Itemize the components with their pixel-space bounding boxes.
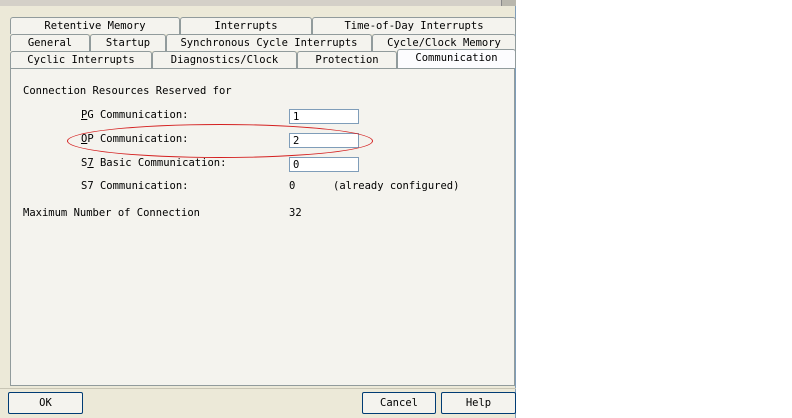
cancel-button[interactable]: Cancel [362,392,436,414]
pg-label-text: G Communication: [87,109,189,121]
tab-general[interactable]: General [10,34,90,51]
tab-retentive-memory[interactable]: Retentive Memory [10,17,180,34]
s7-communication-value: 0 [289,180,296,192]
s7-communication-label: S7 Communication: [81,180,189,192]
tab-protection[interactable]: Protection [297,51,397,68]
close-icon[interactable] [501,0,516,6]
tab-time-of-day-interrupts[interactable]: Time-of-Day Interrupts [312,17,516,34]
tab-diagnostics-clock[interactable]: Diagnostics/Clock [152,51,297,68]
max-connections-label: Maximum Number of Connection [23,207,201,219]
pg-communication-label: PG Communication: [81,109,188,121]
tab-synchronous-cycle-interrupts[interactable]: Synchronous Cycle Interrupts [166,34,372,51]
help-button[interactable]: Help [441,392,516,414]
pg-communication-input[interactable]: 1 [289,109,359,124]
section-label: Connection Resources Reserved for [23,85,232,97]
max-connections-value: 32 [289,207,302,219]
s7-basic-communication-input[interactable]: 0 [289,157,359,172]
s7-communication-note: (already configured) [333,180,460,192]
s7basic-label-text: Basic Communication: [93,157,227,169]
title-bar-fragment [0,0,516,6]
tab-communication[interactable]: Communication [397,49,516,68]
op-communication-input[interactable]: 2 [289,133,359,148]
tab-interrupts[interactable]: Interrupts [180,17,312,34]
s7-basic-communication-label: S7 Basic Communication: [81,157,226,169]
tab-cyclic-interrupts[interactable]: Cyclic Interrupts [10,51,152,68]
properties-dialog: Retentive Memory Interrupts Time-of-Day … [0,0,516,418]
op-communication-label: OP Communication: [81,133,188,145]
divider [0,388,516,389]
tab-startup[interactable]: Startup [90,34,166,51]
ok-button[interactable]: OK [8,392,83,414]
op-label-text: P Communication: [87,133,189,145]
